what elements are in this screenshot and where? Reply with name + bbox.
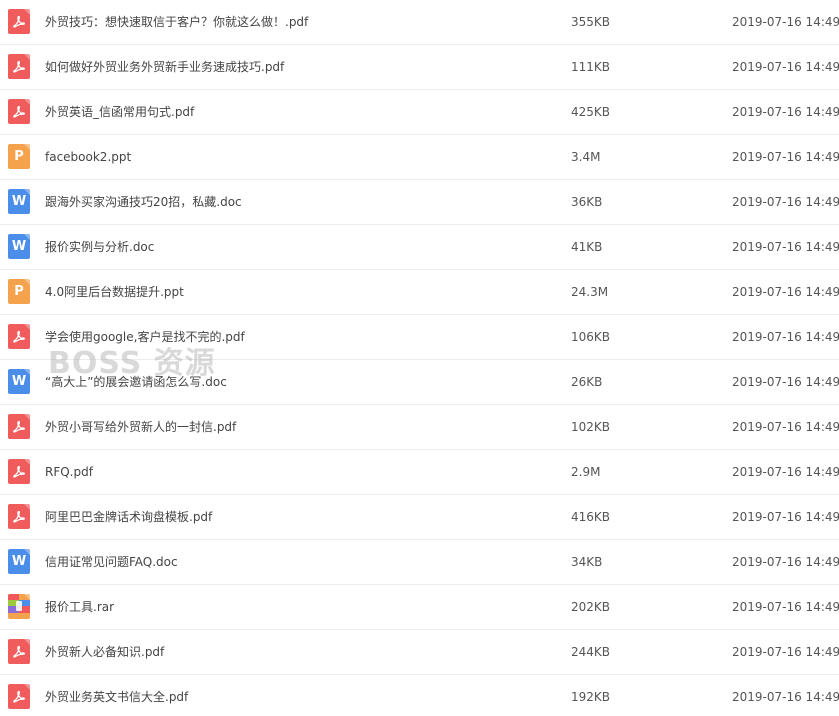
ppt-file-icon: P [8, 279, 30, 304]
file-size: 202KB [571, 600, 611, 614]
file-icon-glyph: W [11, 554, 27, 569]
file-name[interactable]: 信用证常见问题FAQ.doc [45, 540, 178, 584]
file-name[interactable]: 跟海外买家沟通技巧20招，私藏.doc [45, 180, 242, 224]
file-size: 106KB [571, 330, 611, 344]
file-size: 102KB [571, 420, 611, 434]
file-icon-glyph: W [11, 239, 27, 254]
file-row[interactable]: 报价工具.rar 202KB 2019-07-16 14:49 [0, 585, 839, 630]
pdf-file-icon [8, 639, 30, 664]
file-date: 2019-07-16 14:49 [732, 15, 839, 29]
file-icon-glyph: P [14, 284, 24, 299]
file-date: 2019-07-16 14:49 [732, 600, 839, 614]
file-date: 2019-07-16 14:49 [732, 105, 839, 119]
file-date: 2019-07-16 14:49 [732, 330, 839, 344]
file-row[interactable]: 外贸小哥写给外贸新人的一封信.pdf 102KB 2019-07-16 14:49 [0, 405, 839, 450]
file-name[interactable]: 学会使用google,客户是找不完的.pdf [45, 315, 245, 359]
file-name[interactable]: 报价实例与分析.doc [45, 225, 154, 269]
pdf-file-icon [8, 9, 30, 34]
file-name[interactable]: 外贸新人必备知识.pdf [45, 630, 164, 674]
pdf-file-icon [8, 54, 30, 79]
pdf-file-icon [8, 504, 30, 529]
file-row[interactable]: P 4.0阿里后台数据提升.ppt 24.3M 2019-07-16 14:49 [0, 270, 839, 315]
file-date: 2019-07-16 14:49 [732, 645, 839, 659]
file-name[interactable]: 报价工具.rar [45, 585, 114, 629]
file-size: 34KB [571, 555, 603, 569]
file-size: 24.3M [571, 285, 609, 299]
file-name[interactable]: 4.0阿里后台数据提升.ppt [45, 270, 184, 314]
file-date: 2019-07-16 14:49 [732, 510, 839, 524]
file-date: 2019-07-16 14:49 [732, 60, 839, 74]
file-size: 26KB [571, 375, 603, 389]
file-row[interactable]: 外贸技巧：想快速取信于客户？你就这么做！.pdf 355KB 2019-07-16 … [0, 0, 839, 45]
file-icon-glyph: P [14, 149, 24, 164]
file-size: 355KB [571, 15, 611, 29]
file-size: 416KB [571, 510, 611, 524]
file-size: 425KB [571, 105, 611, 119]
file-date: 2019-07-16 14:49 [732, 285, 839, 299]
file-size: 244KB [571, 645, 611, 659]
file-row[interactable]: W 信用证常见问题FAQ.doc 34KB 2019-07-16 14:49 [0, 540, 839, 585]
file-date: 2019-07-16 14:49 [732, 465, 839, 479]
doc-file-icon: W [8, 369, 30, 394]
file-name[interactable]: facebook2.ppt [45, 135, 131, 179]
file-date: 2019-07-16 14:49 [732, 420, 839, 434]
file-date: 2019-07-16 14:49 [732, 240, 839, 254]
file-name[interactable]: RFQ.pdf [45, 450, 93, 494]
file-date: 2019-07-16 14:49 [732, 555, 839, 569]
file-row[interactable]: 外贸新人必备知识.pdf 244KB 2019-07-16 14:49 [0, 630, 839, 675]
doc-file-icon: W [8, 189, 30, 214]
file-size: 111KB [571, 60, 611, 74]
file-name[interactable]: 外贸业务英文书信大全.pdf [45, 675, 188, 716]
doc-file-icon: W [8, 549, 30, 574]
file-size: 36KB [571, 195, 603, 209]
file-name[interactable]: 阿里巴巴金牌话术询盘模板.pdf [45, 495, 212, 539]
file-name[interactable]: 外贸技巧：想快速取信于客户？你就这么做！.pdf [45, 0, 308, 44]
file-name[interactable]: 外贸小哥写给外贸新人的一封信.pdf [45, 405, 236, 449]
file-size: 192KB [571, 690, 611, 704]
pdf-file-icon [8, 684, 30, 709]
file-row[interactable]: W “高大上”的展会邀请函怎么写.doc 26KB 2019-07-16 14:49 [0, 360, 839, 405]
file-row[interactable]: Pfacebook2.ppt 3.4M 2019-07-16 14:49 [0, 135, 839, 180]
file-name[interactable]: “高大上”的展会邀请函怎么写.doc [45, 360, 227, 404]
pdf-file-icon [8, 324, 30, 349]
ppt-file-icon: P [8, 144, 30, 169]
file-row[interactable]: 外贸业务英文书信大全.pdf 192KB 2019-07-16 14:49 [0, 675, 839, 716]
pdf-file-icon [8, 414, 30, 439]
file-name[interactable]: 外贸英语_信函常用句式.pdf [45, 90, 194, 134]
file-row[interactable]: RFQ.pdf 2.9M 2019-07-16 14:49 [0, 450, 839, 495]
file-name[interactable]: 如何做好外贸业务外贸新手业务速成技巧.pdf [45, 45, 284, 89]
file-icon-glyph: W [11, 374, 27, 389]
file-date: 2019-07-16 14:49 [732, 375, 839, 389]
file-size: 41KB [571, 240, 603, 254]
file-row[interactable]: 阿里巴巴金牌话术询盘模板.pdf 416KB 2019-07-16 14:49 [0, 495, 839, 540]
rar-file-icon [8, 594, 30, 619]
file-row[interactable]: W 跟海外买家沟通技巧20招，私藏.doc 36KB 2019-07-16 14:49 [0, 180, 839, 225]
pdf-file-icon [8, 99, 30, 124]
file-row[interactable]: 外贸英语_信函常用句式.pdf 425KB 2019-07-16 14:49 [0, 90, 839, 135]
file-date: 2019-07-16 14:49 [732, 195, 839, 209]
file-row[interactable]: W 报价实例与分析.doc 41KB 2019-07-16 14:49 [0, 225, 839, 270]
file-size: 2.9M [571, 465, 601, 479]
pdf-file-icon [8, 459, 30, 484]
file-size: 3.4M [571, 150, 601, 164]
doc-file-icon: W [8, 234, 30, 259]
file-row[interactable]: 学会使用google,客户是找不完的.pdf 106KB 2019-07-16 14… [0, 315, 839, 360]
file-row[interactable]: 如何做好外贸业务外贸新手业务速成技巧.pdf 111KB 2019-07-16 14… [0, 45, 839, 90]
file-list: 外贸技巧：想快速取信于客户？你就这么做！.pdf 355KB 2019-07-16 … [0, 0, 839, 716]
file-icon-glyph: W [11, 194, 27, 209]
file-date: 2019-07-16 14:49 [732, 150, 839, 164]
file-date: 2019-07-16 14:49 [732, 690, 839, 704]
